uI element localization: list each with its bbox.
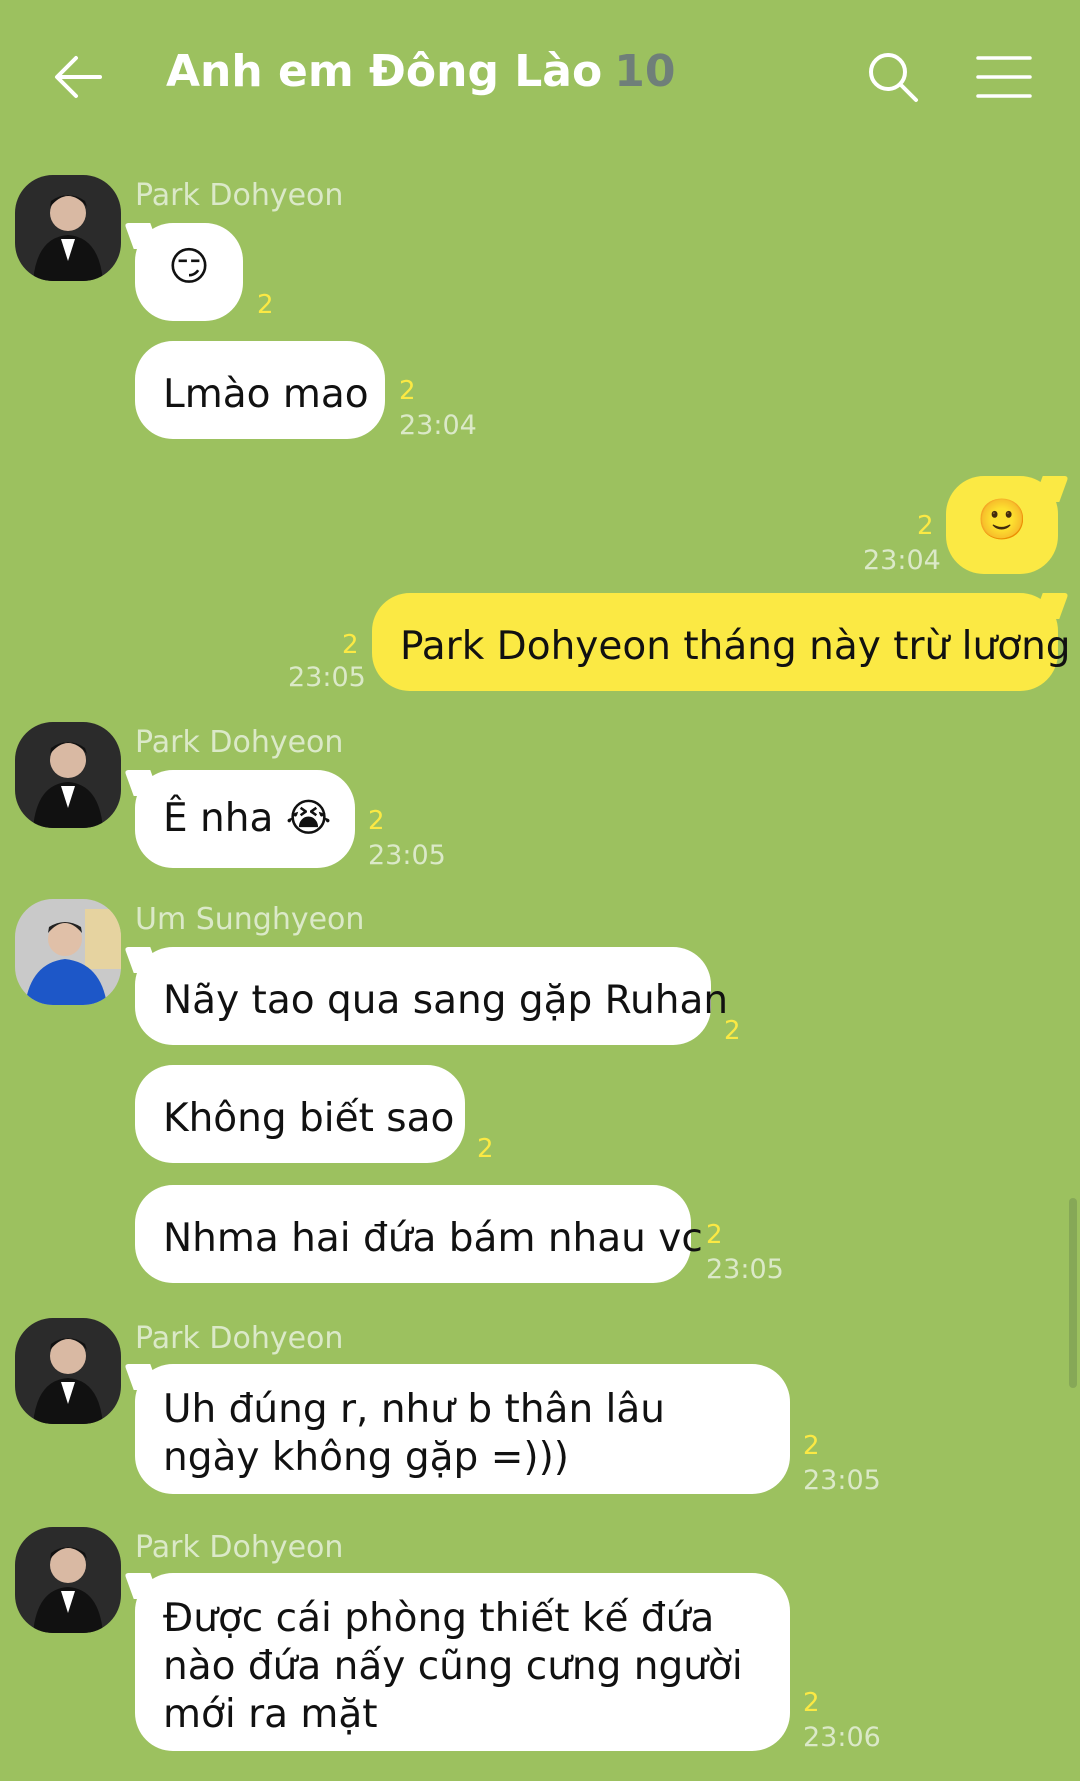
unread-count: 2 [257,290,274,320]
message-time: 23:05 [706,1254,784,1285]
message-bubble[interactable]: Nãy tao qua sang gặp Ruhan [135,947,728,1045]
message-text: Không biết sao [163,1096,455,1141]
avatar-park-dohyeon[interactable] [15,175,121,281]
message-bubble[interactable]: Lmào mao [135,341,385,439]
unread-count: 2 [706,1220,723,1250]
chat-header: Anh em Đông Lào 10 [0,0,1080,150]
unread-count: 2 [368,806,385,836]
avatar-um-sunghyeon[interactable] [15,899,121,1005]
message-bubble[interactable]: Nhma hai đứa bám nhau vc [135,1185,703,1283]
my-message-bubble[interactable]: 🙂 [946,476,1058,574]
message-text: Nhma hai đứa bám nhau vc [163,1216,703,1261]
message-bubble[interactable]: 😏 [135,223,243,321]
sender-name: Park Dohyeon [135,178,344,213]
message-text: Uh đúng r, như b thân lâu ngày không gặp… [163,1387,666,1480]
avatar-park-dohyeon[interactable] [15,1527,121,1633]
sender-name: Park Dohyeon [135,1321,344,1356]
chat-title: Anh em Đông Lào 10 [166,46,675,97]
message-time: 23:05 [368,840,446,871]
avatar-park-dohyeon[interactable] [15,722,121,828]
unread-count: 2 [724,1016,741,1046]
unread-count: 2 [803,1431,820,1461]
message-text: Park Dohyeon tháng này trừ lương [400,624,1071,669]
message-time: 23:05 [803,1465,881,1496]
my-message-bubble[interactable]: Park Dohyeon tháng này trừ lương [372,593,1071,691]
message-text: 😏 [168,244,210,290]
search-icon[interactable] [866,50,920,104]
unread-count: 2 [399,376,416,406]
unread-count: 2 [477,1134,494,1164]
message-text: Nãy tao qua sang gặp Ruhan [163,978,729,1023]
sender-name: Park Dohyeon [135,1530,344,1565]
message-bubble[interactable]: Ê nha 😭 [135,770,355,868]
message-time: 23:06 [803,1722,881,1753]
chat-title-text: Anh em Đông Lào [166,46,603,97]
sender-name: Park Dohyeon [135,725,344,760]
message-text: Được cái phòng thiết kế đứa nào đứa nấy … [163,1596,743,1737]
message-text: Ê nha 😭 [163,796,332,841]
message-text: Lmào mao [163,372,369,417]
message-bubble[interactable]: Được cái phòng thiết kế đứa nào đứa nấy … [135,1573,790,1751]
sender-name: Um Sunghyeon [135,902,365,937]
message-bubble[interactable]: Uh đúng r, như b thân lâu ngày không gặp… [135,1364,790,1494]
unread-count: 2 [342,630,359,660]
unread-count: 2 [803,1688,820,1718]
member-count: 10 [614,46,676,97]
unread-count: 2 [917,511,934,541]
avatar-park-dohyeon[interactable] [15,1318,121,1424]
scrollbar[interactable] [1069,1198,1077,1388]
message-time: 23:05 [288,662,366,693]
message-bubble[interactable]: Không biết sao [135,1065,465,1163]
message-time: 23:04 [399,410,477,441]
message-text: 🙂 [977,497,1027,543]
message-time: 23:04 [863,545,941,576]
hamburger-menu-icon[interactable] [976,54,1032,100]
arrow-left-icon[interactable] [52,50,106,104]
